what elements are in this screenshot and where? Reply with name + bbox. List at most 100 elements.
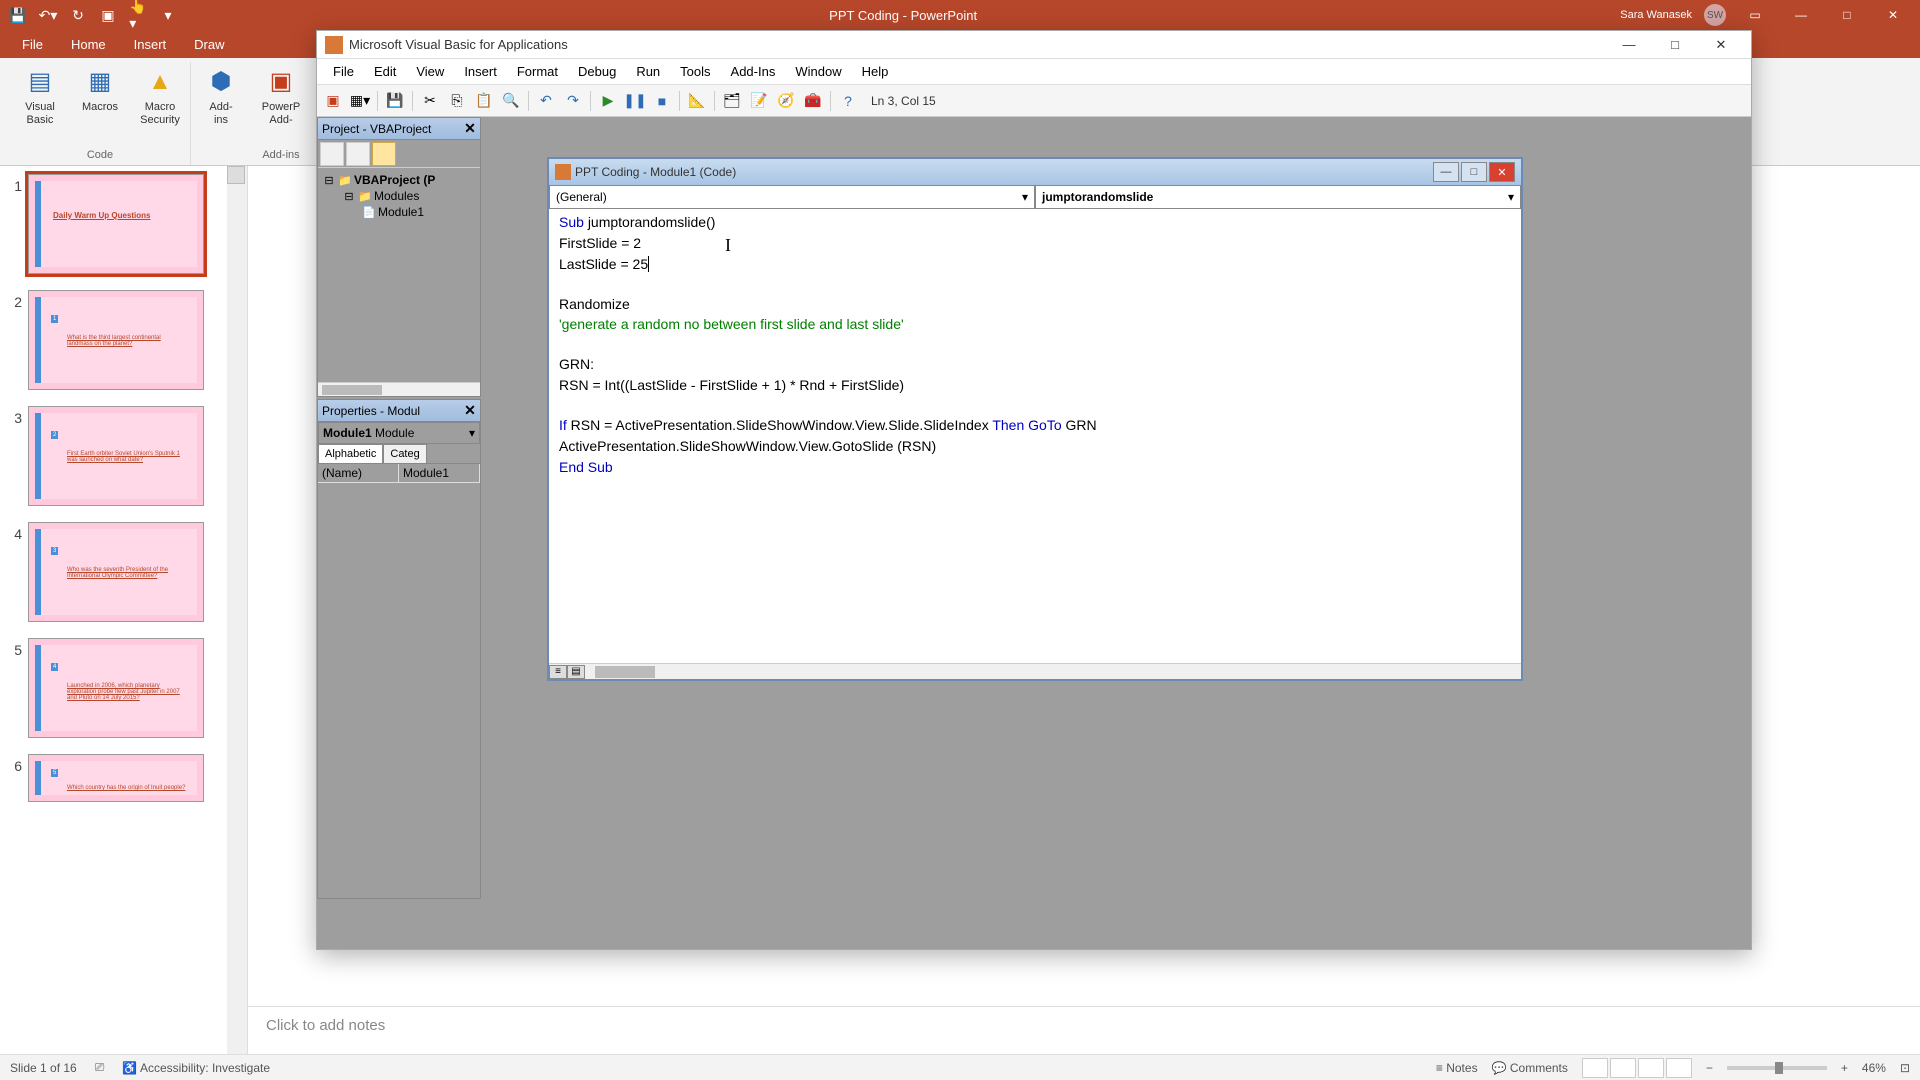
- vba-menu-tools[interactable]: Tools: [670, 61, 720, 82]
- props-row-name[interactable]: (Name) Module1: [318, 464, 480, 483]
- vba-menu-view[interactable]: View: [406, 61, 454, 82]
- scroll-up-icon[interactable]: [227, 166, 245, 184]
- touch-mode-icon[interactable]: 👆▾: [130, 7, 146, 23]
- code-object-dropdown[interactable]: (General) ▾: [549, 185, 1035, 209]
- accessibility-status[interactable]: ♿ Accessibility: Investigate: [122, 1061, 270, 1075]
- props-tab-alphabetic[interactable]: Alphabetic: [318, 444, 383, 463]
- redo-icon[interactable]: ↻: [70, 7, 86, 23]
- cut-icon[interactable]: ✂: [418, 89, 442, 113]
- slide-thumbnail-1[interactable]: 1 Daily Warm Up Questions: [4, 174, 243, 274]
- vba-maximize-icon[interactable]: □: [1653, 34, 1697, 56]
- reset-icon[interactable]: ■: [650, 89, 674, 113]
- vba-menu-insert[interactable]: Insert: [454, 61, 507, 82]
- comments-button[interactable]: 💬 Comments: [1492, 1061, 1568, 1075]
- save-icon[interactable]: 💾: [10, 7, 26, 23]
- tree-root[interactable]: ⊟ 📁 VBAProject (P: [322, 172, 476, 188]
- addins-button[interactable]: ⬢ Add- ins: [193, 62, 249, 131]
- code-hscroll[interactable]: ≡ ▤: [549, 663, 1521, 679]
- fit-to-window-icon[interactable]: ⊡: [1900, 1061, 1910, 1075]
- procedure-view-icon[interactable]: ≡: [549, 665, 567, 679]
- notes-button[interactable]: ≡ Notes: [1436, 1061, 1478, 1075]
- code-editor[interactable]: Sub jumptorandomslide() FirstSlide = 2 L…: [549, 209, 1521, 663]
- vba-menu-debug[interactable]: Debug: [568, 61, 626, 82]
- reading-view-icon[interactable]: [1638, 1058, 1664, 1078]
- run-icon[interactable]: ▶: [596, 89, 620, 113]
- project-hscroll[interactable]: [318, 382, 480, 396]
- slide-thumbnail-4[interactable]: 4 3 Who was the seventh President of the…: [4, 522, 243, 622]
- macro-security-button[interactable]: ▲ Macro Security: [132, 62, 188, 131]
- zoom-slider[interactable]: [1727, 1066, 1827, 1070]
- user-name[interactable]: Sara Wanasek: [1620, 9, 1692, 21]
- help-icon[interactable]: ?: [836, 89, 860, 113]
- slide-thumbnail-3[interactable]: 3 2 First Earth orbiter Soviet Union's S…: [4, 406, 243, 506]
- tab-insert[interactable]: Insert: [120, 31, 181, 58]
- normal-view-icon[interactable]: [1582, 1058, 1608, 1078]
- tree-module1[interactable]: 📄 Module1: [322, 204, 476, 220]
- ppt-addins-button[interactable]: ▣ PowerP Add-: [253, 62, 309, 131]
- code-close-icon[interactable]: ✕: [1489, 162, 1515, 182]
- maximize-icon[interactable]: □: [1830, 3, 1864, 27]
- design-mode-icon[interactable]: 📐: [685, 89, 709, 113]
- panel-close-icon[interactable]: ✕: [462, 402, 478, 418]
- minus-icon[interactable]: ⊟: [322, 173, 336, 187]
- zoom-percent[interactable]: 46%: [1862, 1061, 1886, 1075]
- vba-menu-format[interactable]: Format: [507, 61, 568, 82]
- vba-menu-edit[interactable]: Edit: [364, 61, 406, 82]
- vba-menu-help[interactable]: Help: [852, 61, 899, 82]
- toolbox-icon[interactable]: 🧰: [801, 89, 825, 113]
- properties-icon[interactable]: 📝: [747, 89, 771, 113]
- project-panel-title[interactable]: Project - VBAProject ✕: [318, 118, 480, 140]
- slide-sorter-icon[interactable]: [1610, 1058, 1636, 1078]
- hscroll-thumb[interactable]: [595, 666, 655, 678]
- thumb-scrollbar[interactable]: [227, 166, 247, 1054]
- break-icon[interactable]: ❚❚: [623, 89, 647, 113]
- language-icon[interactable]: ⎚: [95, 1060, 105, 1075]
- code-titlebar[interactable]: PPT Coding - Module1 (Code) — □ ✕: [549, 159, 1521, 185]
- slide-thumbnail-6[interactable]: 6 5 Which country has the origin of Inui…: [4, 754, 243, 802]
- vba-menu-run[interactable]: Run: [626, 61, 670, 82]
- qat-more-icon[interactable]: ▾: [160, 7, 176, 23]
- view-object-icon[interactable]: [346, 142, 370, 166]
- minus-icon[interactable]: ⊟: [342, 189, 356, 203]
- vba-menu-window[interactable]: Window: [785, 61, 851, 82]
- panel-close-icon[interactable]: ✕: [462, 120, 478, 136]
- vba-menu-addins[interactable]: Add-Ins: [721, 61, 786, 82]
- minimize-icon[interactable]: —: [1784, 3, 1818, 27]
- undo-icon[interactable]: ↶▾: [40, 7, 56, 23]
- insert-module-icon[interactable]: ▦▾: [348, 89, 372, 113]
- thumb-slide[interactable]: Daily Warm Up Questions: [28, 174, 204, 274]
- view-code-icon[interactable]: [320, 142, 344, 166]
- ribbon-display-icon[interactable]: ▭: [1738, 3, 1772, 27]
- slide-counter[interactable]: Slide 1 of 16: [10, 1061, 77, 1075]
- code-maximize-icon[interactable]: □: [1461, 162, 1487, 182]
- code-minimize-icon[interactable]: —: [1433, 162, 1459, 182]
- code-procedure-dropdown[interactable]: jumptorandomslide ▾: [1035, 185, 1521, 209]
- zoom-out-icon[interactable]: −: [1706, 1061, 1713, 1075]
- vba-minimize-icon[interactable]: —: [1607, 34, 1651, 56]
- save-icon[interactable]: 💾: [383, 89, 407, 113]
- tree-modules[interactable]: ⊟ 📁 Modules: [322, 188, 476, 204]
- full-module-view-icon[interactable]: ▤: [567, 665, 585, 679]
- tab-draw[interactable]: Draw: [180, 31, 238, 58]
- visual-basic-button[interactable]: ▤ Visual Basic: [12, 62, 68, 131]
- notes-panel[interactable]: Click to add notes: [248, 1006, 1920, 1054]
- vba-close-icon[interactable]: ✕: [1699, 34, 1743, 56]
- props-object-combo[interactable]: Module1 Module ▾: [318, 422, 480, 444]
- tab-home[interactable]: Home: [57, 31, 120, 58]
- toggle-folders-icon[interactable]: [372, 142, 396, 166]
- close-icon[interactable]: ✕: [1876, 3, 1910, 27]
- redo-icon[interactable]: ↷: [561, 89, 585, 113]
- find-icon[interactable]: 🔍: [499, 89, 523, 113]
- start-from-beginning-icon[interactable]: ▣: [100, 7, 116, 23]
- object-browser-icon[interactable]: 🧭: [774, 89, 798, 113]
- vba-menu-file[interactable]: File: [323, 61, 364, 82]
- vba-titlebar[interactable]: Microsoft Visual Basic for Applications …: [317, 31, 1751, 59]
- paste-icon[interactable]: 📋: [472, 89, 496, 113]
- slideshow-view-icon[interactable]: [1666, 1058, 1692, 1078]
- props-panel-title[interactable]: Properties - Modul ✕: [318, 400, 480, 422]
- slide-thumbnail-5[interactable]: 5 4 Launched in 2006, which planetary ex…: [4, 638, 243, 738]
- view-ppt-icon[interactable]: ▣: [321, 89, 345, 113]
- zoom-in-icon[interactable]: +: [1841, 1061, 1848, 1075]
- macros-button[interactable]: ▦ Macros: [72, 62, 128, 118]
- avatar[interactable]: SW: [1704, 4, 1726, 26]
